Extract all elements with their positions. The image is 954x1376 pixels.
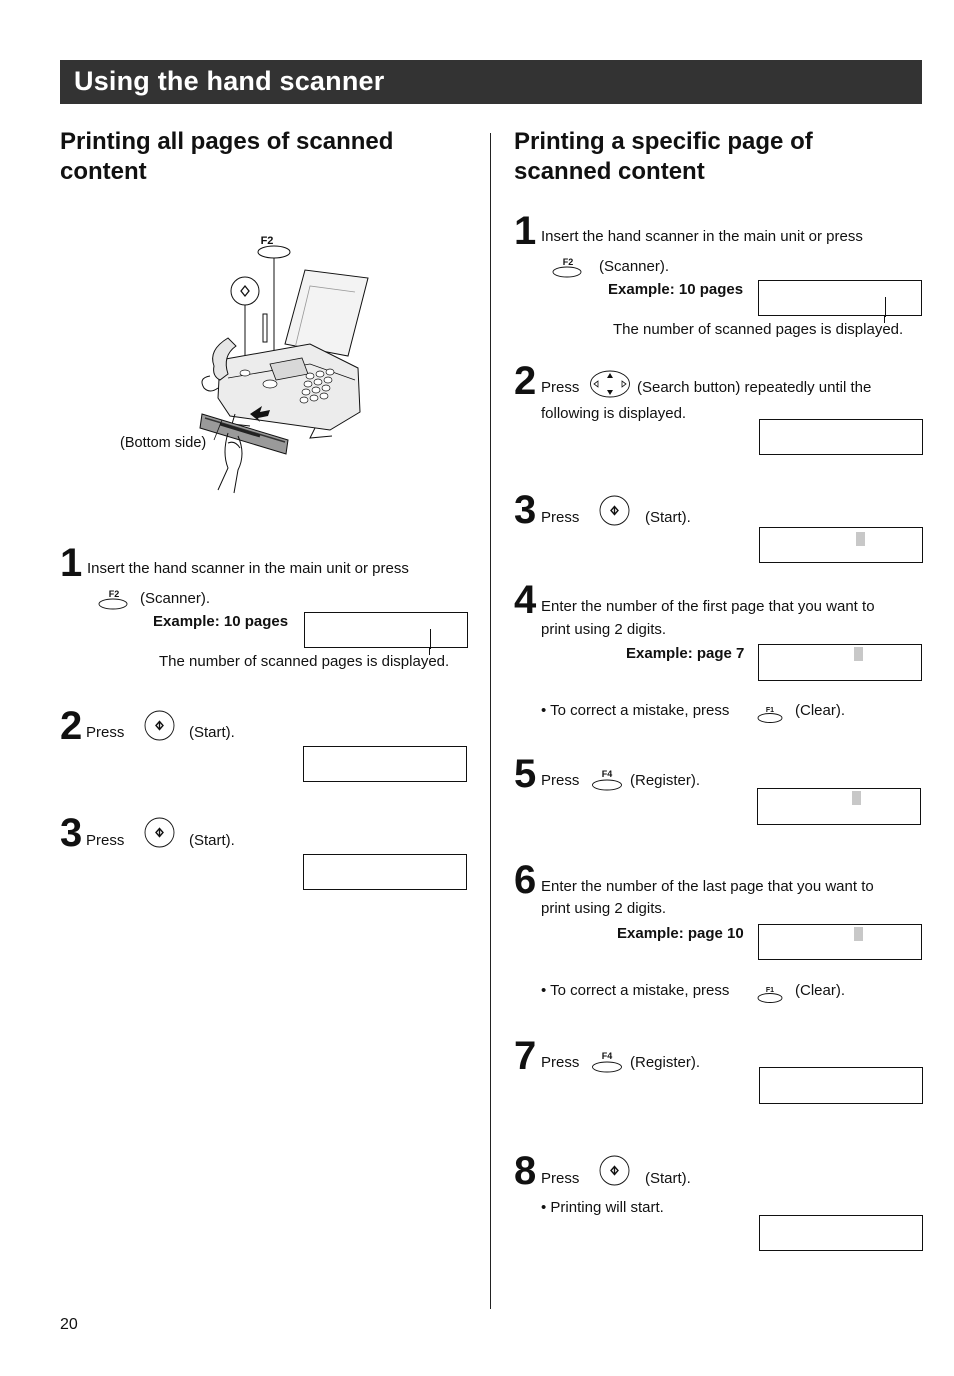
left-section-title-line2: content — [60, 158, 147, 185]
f4-key-icon: F4 — [591, 767, 623, 791]
right-step-2-key-text: (Search button) repeatedly until the — [637, 379, 872, 396]
left-step-1-display — [304, 612, 468, 649]
svg-text:F4: F4 — [602, 1051, 613, 1061]
left-step-3-number: 3 — [60, 811, 82, 855]
svg-text:F1: F1 — [766, 707, 774, 714]
right-step-7-number: 7 — [514, 1034, 536, 1078]
display-cursor — [854, 927, 863, 941]
right-step-4-number: 4 — [514, 578, 536, 622]
f1-key-icon: F1 — [756, 702, 786, 724]
right-step-1-text: Insert the hand scanner in the main unit… — [541, 228, 863, 245]
right-step-4-display — [758, 644, 922, 681]
left-section-title: Printing all pages of scanned content — [60, 127, 393, 187]
right-step-2-press: Press — [541, 379, 580, 396]
right-step-4-bullet: • To correct a mistake, press — [541, 702, 730, 719]
page-title-bar: Using the hand scanner — [60, 60, 922, 104]
right-step-3-key-text: (Start). — [645, 509, 691, 526]
column-divider — [490, 133, 491, 1309]
right-step-8-display — [759, 1215, 923, 1251]
bullet-text: Printing will start. — [550, 1199, 664, 1216]
f1-key-icon: F1 — [756, 982, 786, 1004]
bullet-text: To correct a mistake, press — [550, 982, 730, 999]
right-step-4-example: Example: page 7 — [626, 645, 745, 662]
right-step-1-display — [758, 280, 922, 317]
left-step-2-press: Press — [86, 724, 125, 741]
left-step-1-number: 1 — [60, 541, 82, 585]
right-step-7-display — [759, 1067, 923, 1104]
right-step-5-press: Press — [541, 772, 580, 789]
right-step-7-press: Press — [541, 1054, 580, 1071]
f2-key-icon: F2 — [552, 256, 584, 278]
right-step-3-display — [759, 527, 923, 563]
f2-key-icon — [257, 245, 291, 259]
right-step-6-text-line2: print using 2 digits. — [541, 900, 667, 917]
right-step-2-number: 2 — [514, 359, 536, 403]
right-step-2-text-line2: following is displayed. — [541, 405, 687, 422]
start-key-icon — [144, 710, 176, 742]
right-step-8-number: 8 — [514, 1149, 536, 1193]
right-step-3-number: 3 — [514, 488, 536, 532]
right-step-4-bullet-key-text: (Clear). — [795, 702, 846, 719]
svg-text:F4: F4 — [602, 769, 613, 779]
right-step-8-press: Press — [541, 1170, 580, 1187]
svg-text:F1: F1 — [766, 987, 774, 994]
right-step-6-display — [758, 924, 922, 960]
display-cursor — [854, 647, 863, 661]
right-step-1-key-text: (Scanner). — [599, 258, 670, 275]
right-step-6-text: Enter the number of the last page that y… — [541, 878, 874, 895]
left-step-1-text: Insert the hand scanner in the main unit… — [87, 560, 409, 577]
left-step-2-display — [303, 746, 467, 782]
right-step-8-bullet: • Printing will start. — [541, 1199, 664, 1216]
right-step-5-key-text: (Register). — [630, 772, 701, 789]
start-key-icon — [144, 817, 176, 849]
page-number: 20 — [60, 1316, 78, 1333]
display-cursor — [852, 791, 861, 805]
right-section-title-line1: Printing a specific page of — [514, 128, 813, 155]
left-step-1-key-text: (Scanner). — [140, 590, 211, 607]
left-step-1-note: The number of scanned pages is displayed… — [159, 653, 450, 670]
left-section-title-line1: Printing all pages of scanned — [60, 128, 394, 155]
start-key-icon — [599, 1155, 631, 1187]
page-title: Using the hand scanner — [74, 66, 385, 96]
left-step-1-example: Example: 10 pages — [153, 613, 289, 630]
right-section-title-line2: scanned content — [514, 158, 705, 185]
svg-text:F2: F2 — [563, 257, 574, 267]
right-step-6-number: 6 — [514, 858, 536, 902]
right-step-4-text-line2: print using 2 digits. — [541, 621, 667, 638]
fax-machine-illustration: F2 — [199, 235, 369, 494]
right-step-2-display — [759, 419, 923, 455]
right-step-6-bullet: • To correct a mistake, press — [541, 982, 730, 999]
right-section-title: Printing a specific page of scanned cont… — [514, 127, 813, 187]
left-step-3-key-text: (Start). — [189, 832, 235, 849]
f2-key-label: F2 — [261, 235, 274, 247]
left-step-2-key-text: (Start). — [189, 724, 235, 741]
f4-key-icon: F4 — [591, 1049, 623, 1073]
f2-key-icon: F2 — [98, 588, 130, 610]
start-key-icon — [599, 495, 631, 527]
left-step-3-display — [303, 854, 467, 890]
left-step-3-press: Press — [86, 832, 125, 849]
right-step-4-text: Enter the number of the first page that … — [541, 598, 875, 615]
right-step-5-display — [757, 788, 921, 825]
fax-illustration: F2 (Bottom side) — [110, 228, 370, 498]
right-step-6-example: Example: page 10 — [617, 925, 744, 942]
display-cursor — [856, 532, 865, 546]
right-step-8-key-text: (Start). — [645, 1170, 691, 1187]
right-step-6-bullet-key-text: (Clear). — [795, 982, 846, 999]
right-step-3-press: Press — [541, 509, 580, 526]
search-button-icon — [589, 369, 631, 399]
right-step-1-number: 1 — [514, 209, 536, 253]
bullet-text: To correct a mistake, press — [550, 702, 730, 719]
right-step-1-note: The number of scanned pages is displayed… — [613, 321, 904, 338]
illustration-caption: (Bottom side) — [120, 435, 207, 451]
right-step-5-number: 5 — [514, 752, 536, 796]
right-step-7-key-text: (Register). — [630, 1054, 701, 1071]
right-step-1-example: Example: 10 pages — [608, 281, 744, 298]
svg-text:F2: F2 — [109, 589, 120, 599]
left-step-2-number: 2 — [60, 704, 82, 748]
